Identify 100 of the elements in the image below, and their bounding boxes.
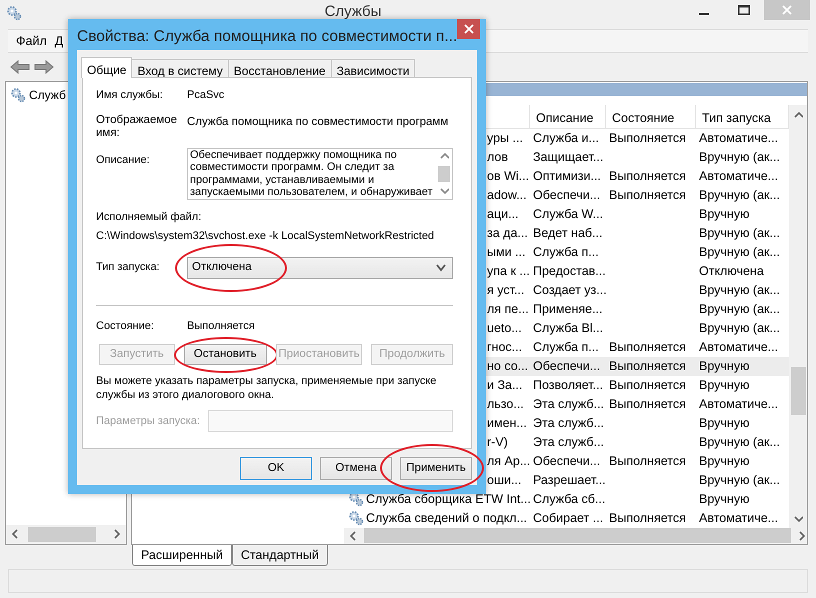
startup-type: Вручную: [698, 414, 750, 432]
startup-type: Вручную: [698, 490, 750, 508]
field-value: Служба помощника по совместимости программ: [187, 114, 448, 130]
service-name: уры ...: [487, 130, 523, 145]
startup-type: Автоматиче...: [698, 510, 780, 527]
service-status: Выполняется: [608, 376, 687, 394]
back-icon[interactable]: [10, 58, 30, 75]
service-status: Выполняется: [608, 168, 687, 185]
tab[interactable]: Общие: [81, 57, 132, 78]
service-name: аци...: [487, 206, 519, 221]
caret-icon: [436, 264, 446, 272]
scroll-right-icon[interactable]: [112, 528, 122, 540]
service-name: ыми ...: [487, 244, 526, 259]
scrollbar-thumb[interactable]: [790, 366, 806, 415]
service-name: и За...: [487, 378, 522, 392]
menu-item[interactable]: Файл: [12, 32, 51, 51]
service-name: ов Wi...: [487, 168, 530, 183]
gears-icon: [348, 491, 364, 508]
startup-type: Автоматиче...: [698, 338, 780, 356]
service-description: Служба Bl...: [532, 320, 604, 337]
field-label: Описание:: [96, 152, 151, 168]
service-description: Ведет наб...: [532, 224, 604, 242]
field-label: Состояние:: [96, 318, 155, 334]
startup-type: Вручную (ак...: [698, 434, 781, 451]
field-value: PcaSvc: [187, 88, 224, 103]
scroll-left-icon[interactable]: [10, 528, 20, 540]
startup-type: Вручную (ак...: [698, 320, 781, 337]
startup-type: Вручную (ак...: [698, 282, 781, 299]
tab[interactable]: Зависимости: [330, 59, 416, 77]
service-name: я уст...: [487, 282, 524, 297]
scrollbar-thumb[interactable]: [28, 526, 96, 542]
startup-type: Отключена: [698, 262, 765, 280]
startup-type: Вручную (ак...: [698, 224, 781, 242]
service-description: Применяе...: [532, 300, 604, 318]
service-name: за да...: [487, 226, 528, 240]
gears-icon: [10, 86, 26, 103]
column-header[interactable]: Состояние: [606, 104, 696, 128]
startup-type: Вручную: [698, 452, 750, 470]
minimize-icon: [699, 13, 709, 15]
service-status: Выполняется: [608, 186, 687, 204]
field-label: Параметры запуска:: [96, 414, 201, 429]
startup-type: Вручную (ак...: [698, 186, 781, 204]
field-label: Имя службы:: [96, 88, 164, 103]
dialog-button[interactable]: Применить: [400, 457, 472, 480]
gears-icon: [348, 510, 364, 526]
close-button[interactable]: [457, 19, 480, 39]
close-icon: [464, 24, 474, 34]
dialog-button[interactable]: Отмена: [320, 457, 392, 480]
service-name: имен...: [487, 416, 527, 430]
tab[interactable]: Восстановление: [228, 59, 332, 77]
service-status: Выполняется: [608, 130, 687, 147]
service-name: ueto...: [487, 320, 522, 335]
tree-item[interactable]: Служб: [29, 86, 66, 104]
service-description: Защищает...: [532, 148, 604, 166]
startup-type-select[interactable]: Отключена: [187, 256, 453, 278]
service-description: Служба сб...: [532, 490, 606, 508]
tab[interactable]: Вход в систему: [131, 59, 229, 77]
service-name: оши...: [487, 472, 522, 487]
startup-type: Автоматиче...: [698, 396, 780, 413]
startup-type: Вручную (ак...: [698, 244, 781, 261]
service-name: льзо...: [487, 396, 524, 411]
service-name: упа к ...: [487, 264, 530, 278]
service-name: ля Ар...: [487, 454, 530, 468]
service-description: Обеспечи...: [532, 186, 602, 204]
scroll-right-icon[interactable]: [797, 530, 807, 542]
status-value: Выполняется: [187, 318, 255, 334]
window-title: Службы: [324, 2, 382, 22]
service-description: Служба п...: [532, 338, 600, 356]
service-description: Служба и...: [532, 130, 600, 147]
view-tab[interactable]: Расширенный: [132, 544, 232, 566]
service-description: Эта служб...: [532, 414, 606, 432]
dialog-button[interactable]: OK: [240, 457, 312, 480]
service-description: Служба W...: [532, 206, 604, 223]
service-name: adow...: [487, 188, 527, 202]
startup-type: Вручную: [698, 206, 750, 223]
file-path: C:\Windows\system32\svchost.exe -k LocalSystemNetworkRestricted: [96, 229, 436, 244]
view-tab[interactable]: Стандартный: [232, 544, 328, 566]
service-description: Разрешает...: [532, 472, 606, 489]
startup-type: Автоматиче...: [698, 168, 780, 185]
forward-icon[interactable]: [34, 58, 54, 75]
service-name: Служба сборщика ETW Int...: [366, 490, 531, 508]
service-description: Эта служб...: [532, 434, 606, 451]
service-description: Служба п...: [532, 244, 600, 261]
scrollbar-thumb[interactable]: [438, 166, 450, 182]
service-button[interactable]: Остановить: [184, 344, 267, 365]
service-description: Эта служб...: [532, 396, 606, 413]
service-description: Обеспечи...: [532, 358, 602, 375]
service-name: ля пе...: [487, 302, 529, 316]
scroll-left-icon[interactable]: [348, 530, 358, 542]
column-header[interactable]: Описание: [530, 104, 606, 128]
description-box[interactable]: Обеспечивает поддержку помощника по совместимости программ. Он следит за программами, устанавливаемыми и запускаемыми пользователем, и обнаруживает: [187, 148, 453, 200]
service-description: Предостав...: [532, 262, 606, 280]
service-name: но со...: [487, 358, 528, 373]
maximize-icon: [738, 5, 750, 15]
scrollbar-thumb[interactable]: [364, 528, 791, 544]
dialog-title: Свойства: Служба помощника по совместимости п...: [76, 27, 458, 47]
menu-item[interactable]: Д: [50, 32, 68, 51]
field-label: Исполняемый файл:: [96, 210, 202, 224]
service-name: лов: [487, 150, 508, 164]
service-description: Создает уз...: [532, 282, 606, 299]
